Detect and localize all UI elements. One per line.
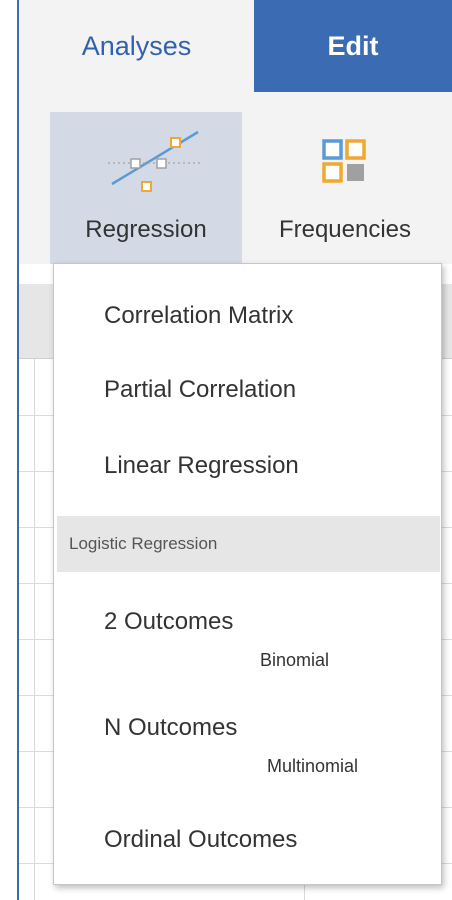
frequencies-button[interactable]: Frequencies bbox=[256, 112, 434, 264]
tab-analyses-label: Analyses bbox=[81, 30, 192, 61]
menu-item-label: 2 Outcomes bbox=[104, 608, 234, 635]
menu-item-label: Ordinal Outcomes bbox=[104, 826, 298, 853]
menu-item-ordinal-outcomes[interactable]: Ordinal Outcomes bbox=[54, 804, 441, 878]
frequencies-icon bbox=[256, 126, 434, 208]
menu-item-n-outcomes[interactable]: N Outcomes Multinomial bbox=[54, 688, 441, 784]
tab-edit[interactable]: Edit bbox=[254, 0, 452, 92]
regression-dropdown-menu: Correlation Matrix Partial Correlation L… bbox=[53, 263, 442, 885]
regression-label: Regression bbox=[85, 216, 207, 243]
menu-item-label: Partial Correlation bbox=[104, 376, 297, 403]
menu-item-correlation-matrix[interactable]: Correlation Matrix bbox=[54, 280, 441, 354]
menu-group-header-logistic: Logistic Regression bbox=[57, 516, 440, 572]
menu-item-partial-correlation[interactable]: Partial Correlation bbox=[54, 354, 441, 430]
frequencies-label: Frequencies bbox=[278, 216, 412, 243]
menu-item-sublabel: Multinomial bbox=[267, 756, 359, 776]
grid-column-divider bbox=[34, 358, 35, 900]
regression-button[interactable]: Regression bbox=[50, 112, 242, 264]
menu-item-2-outcomes[interactable]: 2 Outcomes Binomial bbox=[54, 582, 441, 682]
menu-group-header-label: Logistic Regression bbox=[69, 534, 218, 553]
regression-icon bbox=[50, 126, 242, 208]
menu-item-label: N Outcomes bbox=[104, 714, 238, 741]
tab-edit-label: Edit bbox=[327, 30, 379, 61]
menu-item-label: Linear Regression bbox=[104, 452, 299, 479]
ribbon: Regression Frequencies bbox=[19, 92, 452, 264]
menu-item-linear-regression[interactable]: Linear Regression bbox=[54, 430, 441, 506]
menu-item-sublabel: Binomial bbox=[260, 650, 330, 670]
tab-analyses[interactable]: Analyses bbox=[19, 0, 254, 92]
menu-item-label: Correlation Matrix bbox=[104, 302, 294, 329]
